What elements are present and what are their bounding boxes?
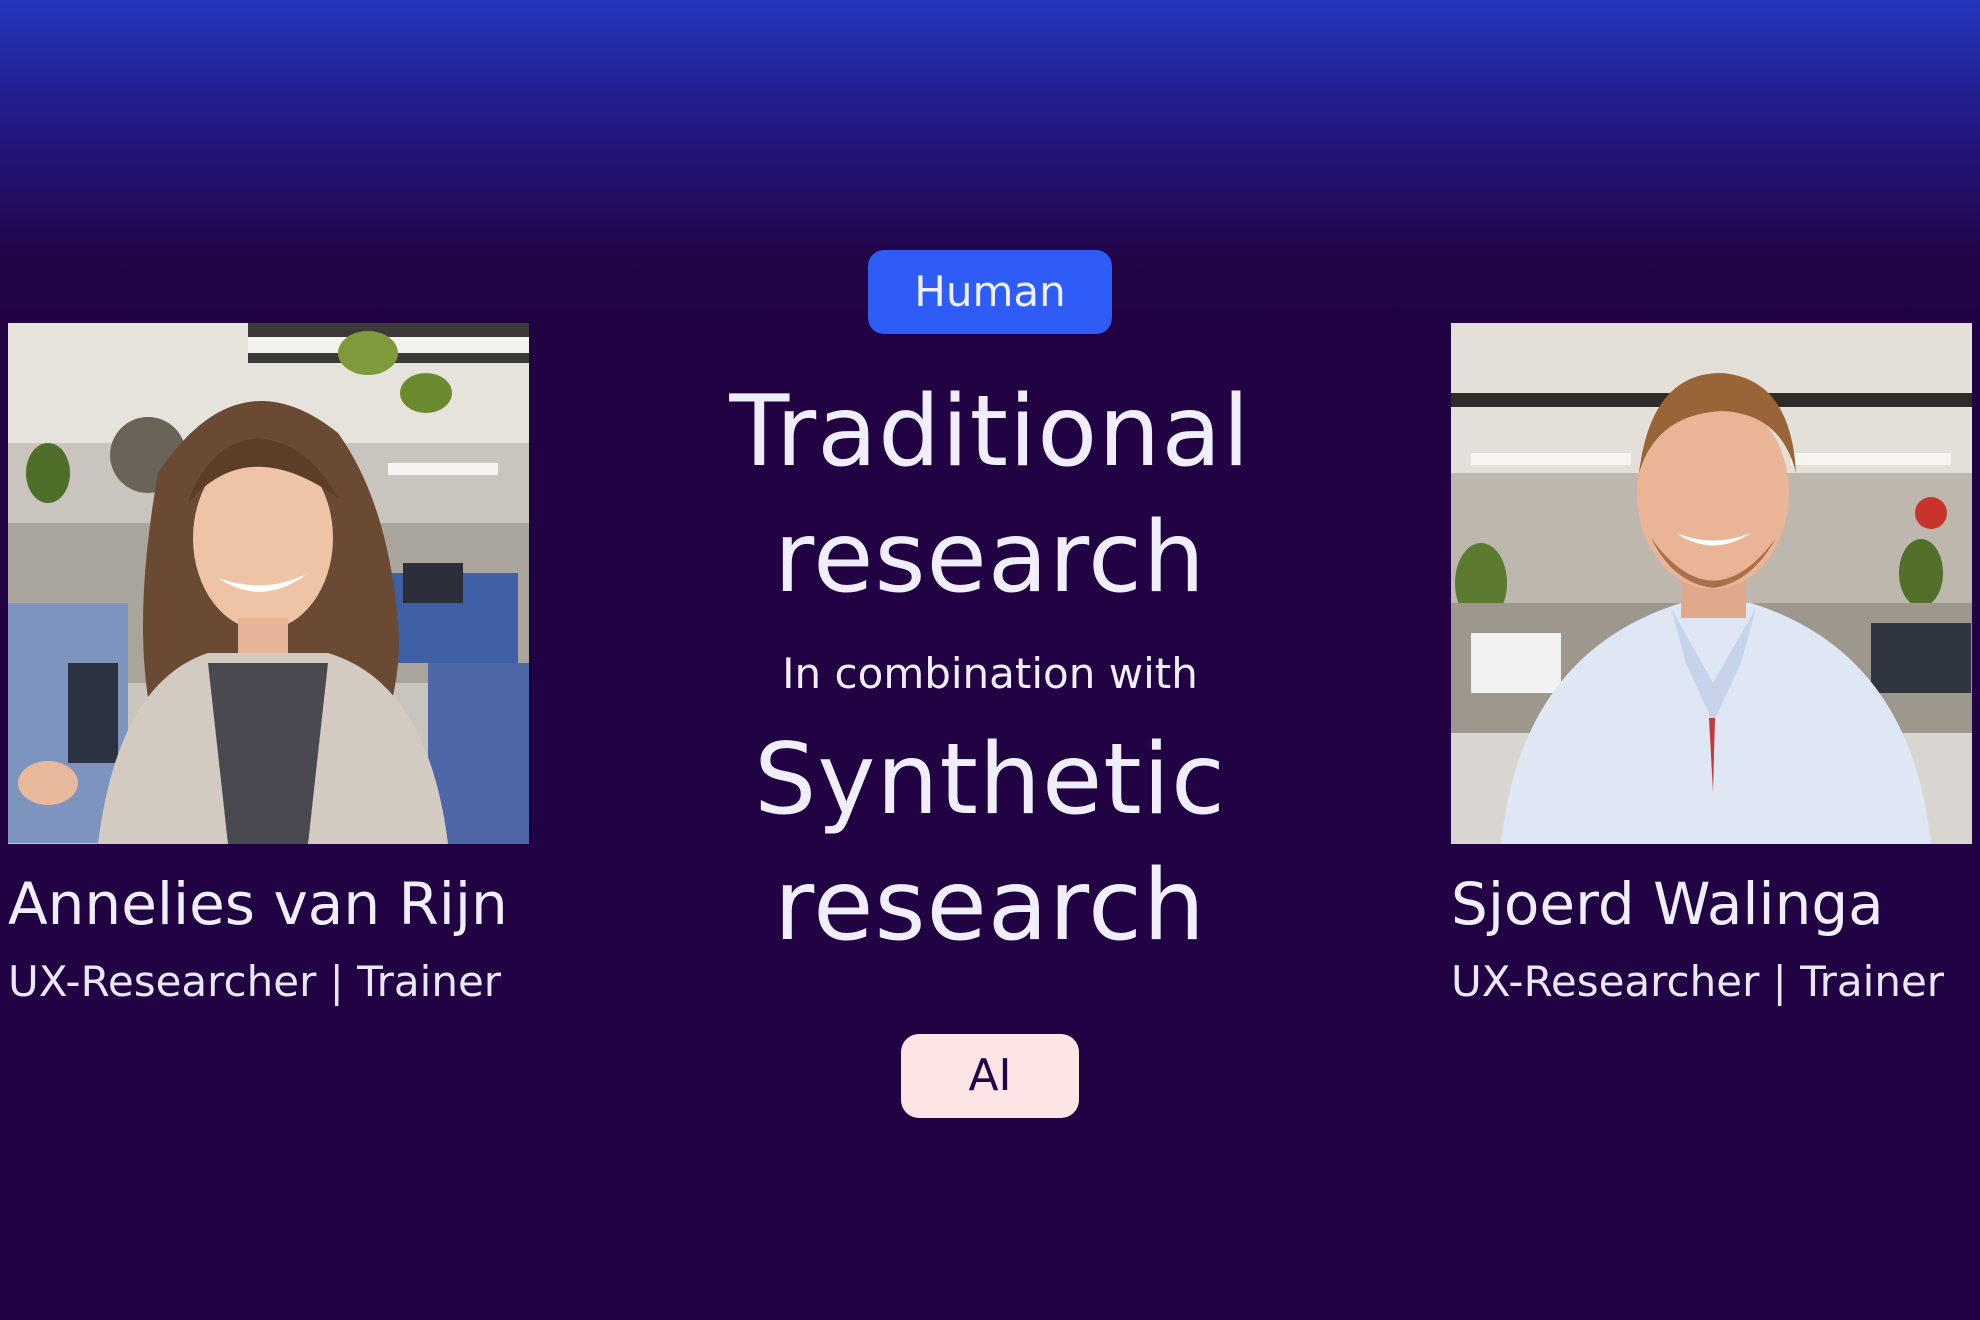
speaker-photo-right [1451,323,1972,844]
speaker-name-right: Sjoerd Walinga [1451,870,1884,938]
speaker-photo-left [8,323,529,844]
speaker-role-left: UX-Researcher | Trainer [8,957,502,1006]
headline-line-2: research [774,501,1206,615]
headline-line-4: research [774,849,1206,963]
speaker-name-left: Annelies van Rijn [8,870,508,938]
ai-tag: AI [901,1034,1079,1118]
headline-line-1: Traditional [729,375,1251,489]
speaker-card-left: Annelies van Rijn UX-Researcher | Traine… [8,323,608,1006]
speaker-role-right: UX-Researcher | Trainer [1451,957,1945,1006]
human-tag: Human [868,250,1112,334]
center-headline: Human Traditional research In combinatio… [690,250,1290,1120]
headline-line-3: Synthetic [754,723,1226,837]
speaker-card-right: Sjoerd Walinga UX-Researcher | Trainer [1451,323,1979,1006]
headline-connector: In combination with [782,649,1198,698]
